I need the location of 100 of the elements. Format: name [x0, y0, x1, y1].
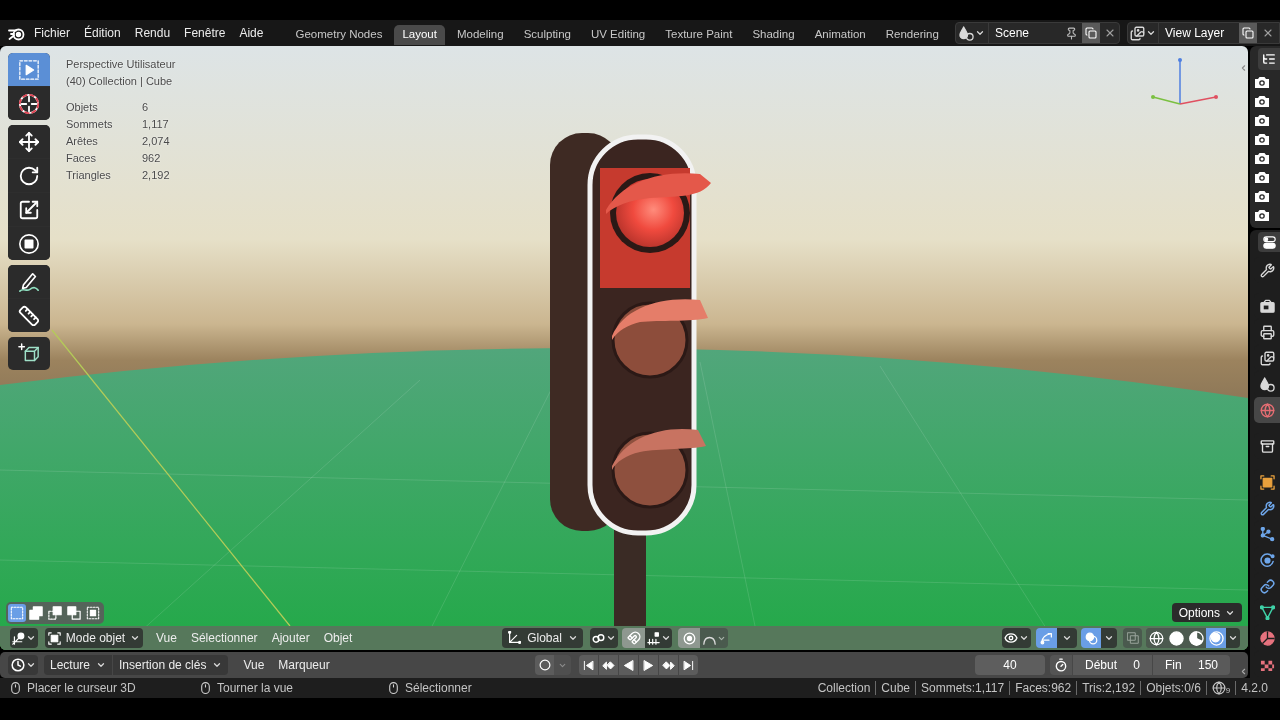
workspace-tab[interactable]: Shading: [744, 25, 803, 45]
play-button[interactable]: [639, 655, 658, 675]
caret-icon: [130, 633, 141, 643]
scale-icon: [18, 198, 40, 221]
view-layer-name-field[interactable]: View Layer: [1159, 23, 1239, 43]
status-info: Cube: [875, 681, 915, 695]
shading-mode-button[interactable]: [1146, 628, 1166, 648]
copy-icon: [1085, 27, 1097, 39]
menu-item[interactable]: Sélectionner: [183, 628, 265, 648]
duplicate-button[interactable]: [1082, 23, 1100, 43]
camera-icon: [1255, 75, 1269, 88]
view-context: (40) Collection | Cube: [66, 74, 174, 89]
scene-name-field[interactable]: Scene: [989, 23, 1065, 43]
shading-dropdown[interactable]: [1226, 628, 1240, 648]
intersect-squares-icon: [86, 606, 100, 620]
jump-to-end-button[interactable]: [679, 655, 698, 675]
images-icon: [1130, 25, 1145, 41]
falloff-dropdown[interactable]: [700, 628, 728, 648]
next-keyframe-button[interactable]: [659, 655, 678, 675]
gizmo-toggle[interactable]: [1036, 628, 1057, 648]
workspace-tab[interactable]: Sculpting: [515, 25, 579, 45]
link-icon: [1259, 578, 1275, 594]
gizmo-dropdown[interactable]: [1057, 628, 1077, 648]
previous-keyframe-button[interactable]: [599, 655, 618, 675]
workspace-tab[interactable]: Layout: [394, 25, 445, 45]
end-frame-field[interactable]: Fin 150: [1152, 655, 1230, 675]
snap-increment-icon: [646, 631, 660, 645]
caret-icon: [1062, 633, 1072, 643]
rotate-icon: [18, 164, 40, 187]
framed-square-icon: [1259, 474, 1275, 490]
menu-item[interactable]: Édition: [77, 23, 128, 43]
caret-icon: [660, 633, 671, 643]
jump-end-icon: [683, 659, 694, 671]
menu-item[interactable]: Rendu: [127, 23, 178, 43]
workspace-tab[interactable]: Modeling: [448, 25, 512, 45]
duplicate-button[interactable]: [1239, 23, 1257, 43]
menu-item[interactable]: Marqueur: [271, 655, 337, 675]
overlays-toggle[interactable]: [1081, 628, 1101, 648]
outliner-editor-button[interactable]: [1258, 48, 1280, 70]
use-preview-range-toggle[interactable]: [1050, 655, 1072, 675]
workspace-tab[interactable]: Texture Paint: [657, 25, 741, 45]
view-layer-type-button[interactable]: [1128, 23, 1159, 43]
editor-type-dropdown[interactable]: [10, 628, 38, 648]
play-icon: [643, 659, 654, 671]
snap-toggle[interactable]: [622, 628, 645, 648]
printer-icon: [1259, 324, 1275, 340]
pin-icon[interactable]: [1065, 26, 1078, 40]
camera-back-icon: [1259, 298, 1275, 314]
overlays-dropdown[interactable]: [1101, 628, 1117, 648]
select-box-icon: [18, 58, 40, 81]
auto-keying-toggle[interactable]: [535, 655, 554, 675]
viewport-axes-icon: [12, 631, 25, 645]
menu-item[interactable]: Objet: [316, 628, 360, 648]
globe-icon[interactable]: [1211, 681, 1226, 695]
status-hint: Tourner la vue: [217, 680, 294, 697]
selection-mode-button[interactable]: [65, 604, 83, 622]
selection-mode-button[interactable]: [46, 604, 64, 622]
current-frame-field[interactable]: 40: [975, 655, 1045, 675]
options-dropdown[interactable]: Options: [1171, 603, 1242, 622]
menu-dropdown[interactable]: Insertion de clés: [113, 655, 229, 675]
mode-dropdown[interactable]: Mode objet: [45, 628, 143, 648]
version-label: 4.2.0: [1235, 681, 1268, 695]
workspace-tab[interactable]: UV Editing: [582, 25, 654, 45]
play-reverse-button[interactable]: [619, 655, 638, 675]
start-frame-field[interactable]: Début 0: [1072, 655, 1152, 675]
scene-type-button[interactable]: [956, 23, 989, 43]
menu-item[interactable]: Fichier: [27, 23, 77, 43]
editor-type-dropdown[interactable]: [8, 655, 38, 675]
menu-item[interactable]: Aide: [232, 23, 271, 43]
workspace-tab[interactable]: Geometry Nodes: [287, 25, 391, 45]
properties-editor-button[interactable]: [1258, 232, 1280, 252]
selection-mode-button[interactable]: [84, 604, 102, 622]
shaded-sphere-icon: [1259, 630, 1275, 646]
jump-to-start-button[interactable]: [579, 655, 598, 675]
workspace-tab[interactable]: Rendering: [877, 25, 947, 45]
proportional-editing-toggle[interactable]: [678, 628, 700, 648]
menu-item[interactable]: Ajouter: [264, 628, 317, 648]
xray-toggle[interactable]: [1123, 628, 1142, 648]
cursor-icon: [18, 92, 40, 115]
workspace-tab[interactable]: Animation: [806, 25, 874, 45]
menu-item[interactable]: Vue: [149, 628, 184, 648]
selection-mode-button[interactable]: [8, 604, 26, 622]
caret-icon: [96, 660, 107, 670]
status-info: Collection: [816, 681, 872, 695]
archive-box-icon: [1259, 438, 1275, 454]
menu-item[interactable]: Vue: [236, 655, 272, 675]
menu-item[interactable]: Fenêtre: [177, 23, 233, 43]
selection-mode-button[interactable]: [27, 604, 45, 622]
visibility-dropdown[interactable]: [1002, 628, 1031, 648]
ruler-icon: [18, 304, 40, 327]
tree-list-icon: [1262, 52, 1276, 66]
menu-dropdown[interactable]: Lecture: [44, 655, 114, 675]
view-name: Perspective Utilisateur: [66, 57, 176, 72]
shading-mode-button[interactable]: [1186, 628, 1206, 648]
axes-icon: [507, 631, 522, 645]
orientation-dropdown[interactable]: Global: [502, 628, 583, 648]
snap-target-dropdown[interactable]: [645, 628, 672, 648]
pivot-dropdown[interactable]: [590, 628, 618, 648]
globe-icon: [1259, 402, 1275, 418]
extension-updates-count: 9: [1225, 687, 1231, 695]
